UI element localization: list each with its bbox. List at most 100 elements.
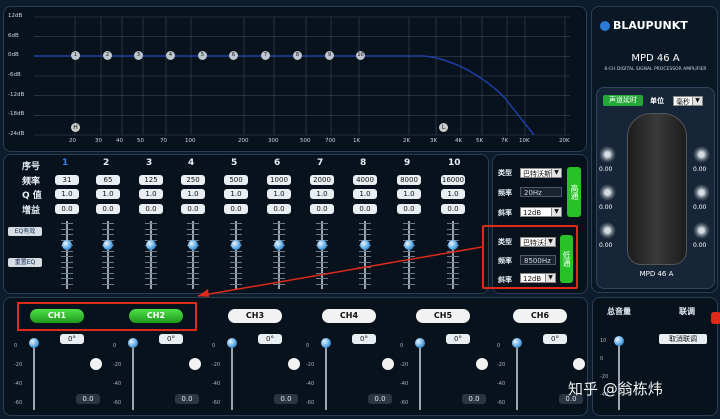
- eq-point-marker[interactable]: 4: [166, 51, 175, 60]
- master-volume-knob[interactable]: [614, 336, 624, 346]
- speaker-mute-icon[interactable]: [476, 358, 488, 370]
- channel-volume-track[interactable]: [33, 344, 35, 410]
- eq-point-marker[interactable]: 10: [356, 51, 365, 60]
- side-tab[interactable]: [711, 312, 720, 324]
- lp-freq-input[interactable]: 8500Hz: [520, 255, 556, 265]
- cancel-link-button[interactable]: 取消联调: [659, 334, 707, 344]
- speaker-mute-icon[interactable]: [189, 358, 201, 370]
- delay-button[interactable]: 声道延时: [603, 95, 643, 106]
- channel-volume-knob[interactable]: [415, 338, 425, 348]
- band-q-field[interactable]: 1.0: [139, 189, 163, 199]
- band-gain-slider-knob[interactable]: [231, 240, 241, 250]
- band-gain-slider-knob[interactable]: [274, 240, 284, 250]
- lp-toggle[interactable]: 低通: [560, 235, 573, 283]
- channel-button-ch1[interactable]: CH1: [30, 309, 84, 323]
- eq-point-marker[interactable]: 7: [261, 51, 270, 60]
- band-q-field[interactable]: 1.0: [181, 189, 205, 199]
- eq-point-marker[interactable]: 1: [71, 51, 80, 60]
- hp-freq-input[interactable]: 20Hz: [520, 187, 562, 197]
- band-gain-field[interactable]: 0.0: [224, 204, 248, 214]
- speaker-icon[interactable]: [599, 222, 616, 239]
- speaker-mute-icon[interactable]: [573, 358, 585, 370]
- phase-field[interactable]: 0°: [543, 334, 567, 344]
- band-q-field[interactable]: 1.0: [397, 189, 421, 199]
- channel-button-ch6[interactable]: CH6: [513, 309, 567, 323]
- lp-slope-select[interactable]: 12dB ▼: [520, 273, 556, 283]
- speaker-icon[interactable]: [599, 184, 616, 201]
- eq-graph[interactable]: [4, 7, 588, 153]
- channel-volume-track[interactable]: [231, 344, 233, 410]
- high-pass-marker[interactable]: H: [71, 123, 80, 132]
- channel-button-ch4[interactable]: CH4: [322, 309, 376, 323]
- eq-point-marker[interactable]: 3: [134, 51, 143, 60]
- phase-field[interactable]: 0°: [446, 334, 470, 344]
- unit-select[interactable]: 毫秒 ▼: [673, 96, 703, 106]
- speaker-mute-icon[interactable]: [382, 358, 394, 370]
- low-pass-marker[interactable]: L: [439, 123, 448, 132]
- band-q-field[interactable]: 1.0: [267, 189, 291, 199]
- channel-volume-track[interactable]: [516, 344, 518, 410]
- hp-slope-select[interactable]: 12dB ▼: [520, 207, 562, 217]
- channel-volume-knob[interactable]: [227, 338, 237, 348]
- band-gain-field[interactable]: 0.0: [139, 204, 163, 214]
- band-freq-field[interactable]: 1000: [267, 175, 291, 185]
- channel-level-field[interactable]: 0.0: [462, 394, 486, 404]
- eq-enable-button[interactable]: EQ有效: [8, 227, 42, 236]
- band-gain-slider-knob[interactable]: [188, 240, 198, 250]
- master-volume-track[interactable]: [618, 338, 620, 410]
- speaker-icon[interactable]: [693, 184, 710, 201]
- speaker-icon[interactable]: [693, 146, 710, 163]
- channel-level-field[interactable]: 0.0: [368, 394, 392, 404]
- channel-volume-track[interactable]: [419, 344, 421, 410]
- band-q-field[interactable]: 1.0: [224, 189, 248, 199]
- eq-reset-button[interactable]: 重置EQ: [8, 258, 42, 267]
- band-gain-field[interactable]: 0.0: [353, 204, 377, 214]
- channel-volume-track[interactable]: [132, 344, 134, 410]
- band-q-field[interactable]: 1.0: [310, 189, 334, 199]
- band-gain-field[interactable]: 0.0: [181, 204, 205, 214]
- lp-type-select[interactable]: 巴特沃斯 ▼: [520, 237, 556, 247]
- band-gain-field[interactable]: 0.0: [397, 204, 421, 214]
- eq-point-marker[interactable]: 2: [103, 51, 112, 60]
- band-gain-slider-knob[interactable]: [146, 240, 156, 250]
- channel-button-ch3[interactable]: CH3: [228, 309, 282, 323]
- channel-volume-knob[interactable]: [321, 338, 331, 348]
- band-freq-field[interactable]: 250: [181, 175, 205, 185]
- eq-point-marker[interactable]: 6: [229, 51, 238, 60]
- hp-type-select[interactable]: 巴特沃斯 ▼: [520, 168, 562, 178]
- band-gain-slider-knob[interactable]: [317, 240, 327, 250]
- band-freq-field[interactable]: 31: [55, 175, 79, 185]
- channel-volume-track[interactable]: [325, 344, 327, 410]
- channel-level-field[interactable]: 0.0: [175, 394, 199, 404]
- eq-point-marker[interactable]: 5: [198, 51, 207, 60]
- band-gain-slider-knob[interactable]: [103, 240, 113, 250]
- channel-volume-knob[interactable]: [512, 338, 522, 348]
- band-gain-field[interactable]: 0.0: [96, 204, 120, 214]
- speaker-icon[interactable]: [693, 222, 710, 239]
- band-gain-field[interactable]: 0.0: [441, 204, 465, 214]
- hp-toggle[interactable]: 高通: [567, 167, 581, 217]
- band-freq-field[interactable]: 16000: [441, 175, 465, 185]
- band-q-field[interactable]: 1.0: [353, 189, 377, 199]
- band-q-field[interactable]: 1.0: [96, 189, 120, 199]
- speaker-mute-icon[interactable]: [288, 358, 300, 370]
- band-freq-field[interactable]: 65: [96, 175, 120, 185]
- band-gain-slider-knob[interactable]: [448, 240, 458, 250]
- band-gain-slider-knob[interactable]: [404, 240, 414, 250]
- channel-volume-knob[interactable]: [29, 338, 39, 348]
- band-freq-field[interactable]: 500: [224, 175, 248, 185]
- band-gain-field[interactable]: 0.0: [310, 204, 334, 214]
- band-gain-field[interactable]: 0.0: [267, 204, 291, 214]
- phase-field[interactable]: 0°: [60, 334, 84, 344]
- channel-level-field[interactable]: 0.0: [274, 394, 298, 404]
- band-freq-field[interactable]: 2000: [310, 175, 334, 185]
- channel-volume-knob[interactable]: [128, 338, 138, 348]
- speaker-mute-icon[interactable]: [90, 358, 102, 370]
- speaker-icon[interactable]: [599, 146, 616, 163]
- phase-field[interactable]: 0°: [352, 334, 376, 344]
- channel-button-ch5[interactable]: CH5: [416, 309, 470, 323]
- eq-point-marker[interactable]: 8: [293, 51, 302, 60]
- band-gain-field[interactable]: 0.0: [55, 204, 79, 214]
- band-gain-slider-knob[interactable]: [360, 240, 370, 250]
- band-q-field[interactable]: 1.0: [55, 189, 79, 199]
